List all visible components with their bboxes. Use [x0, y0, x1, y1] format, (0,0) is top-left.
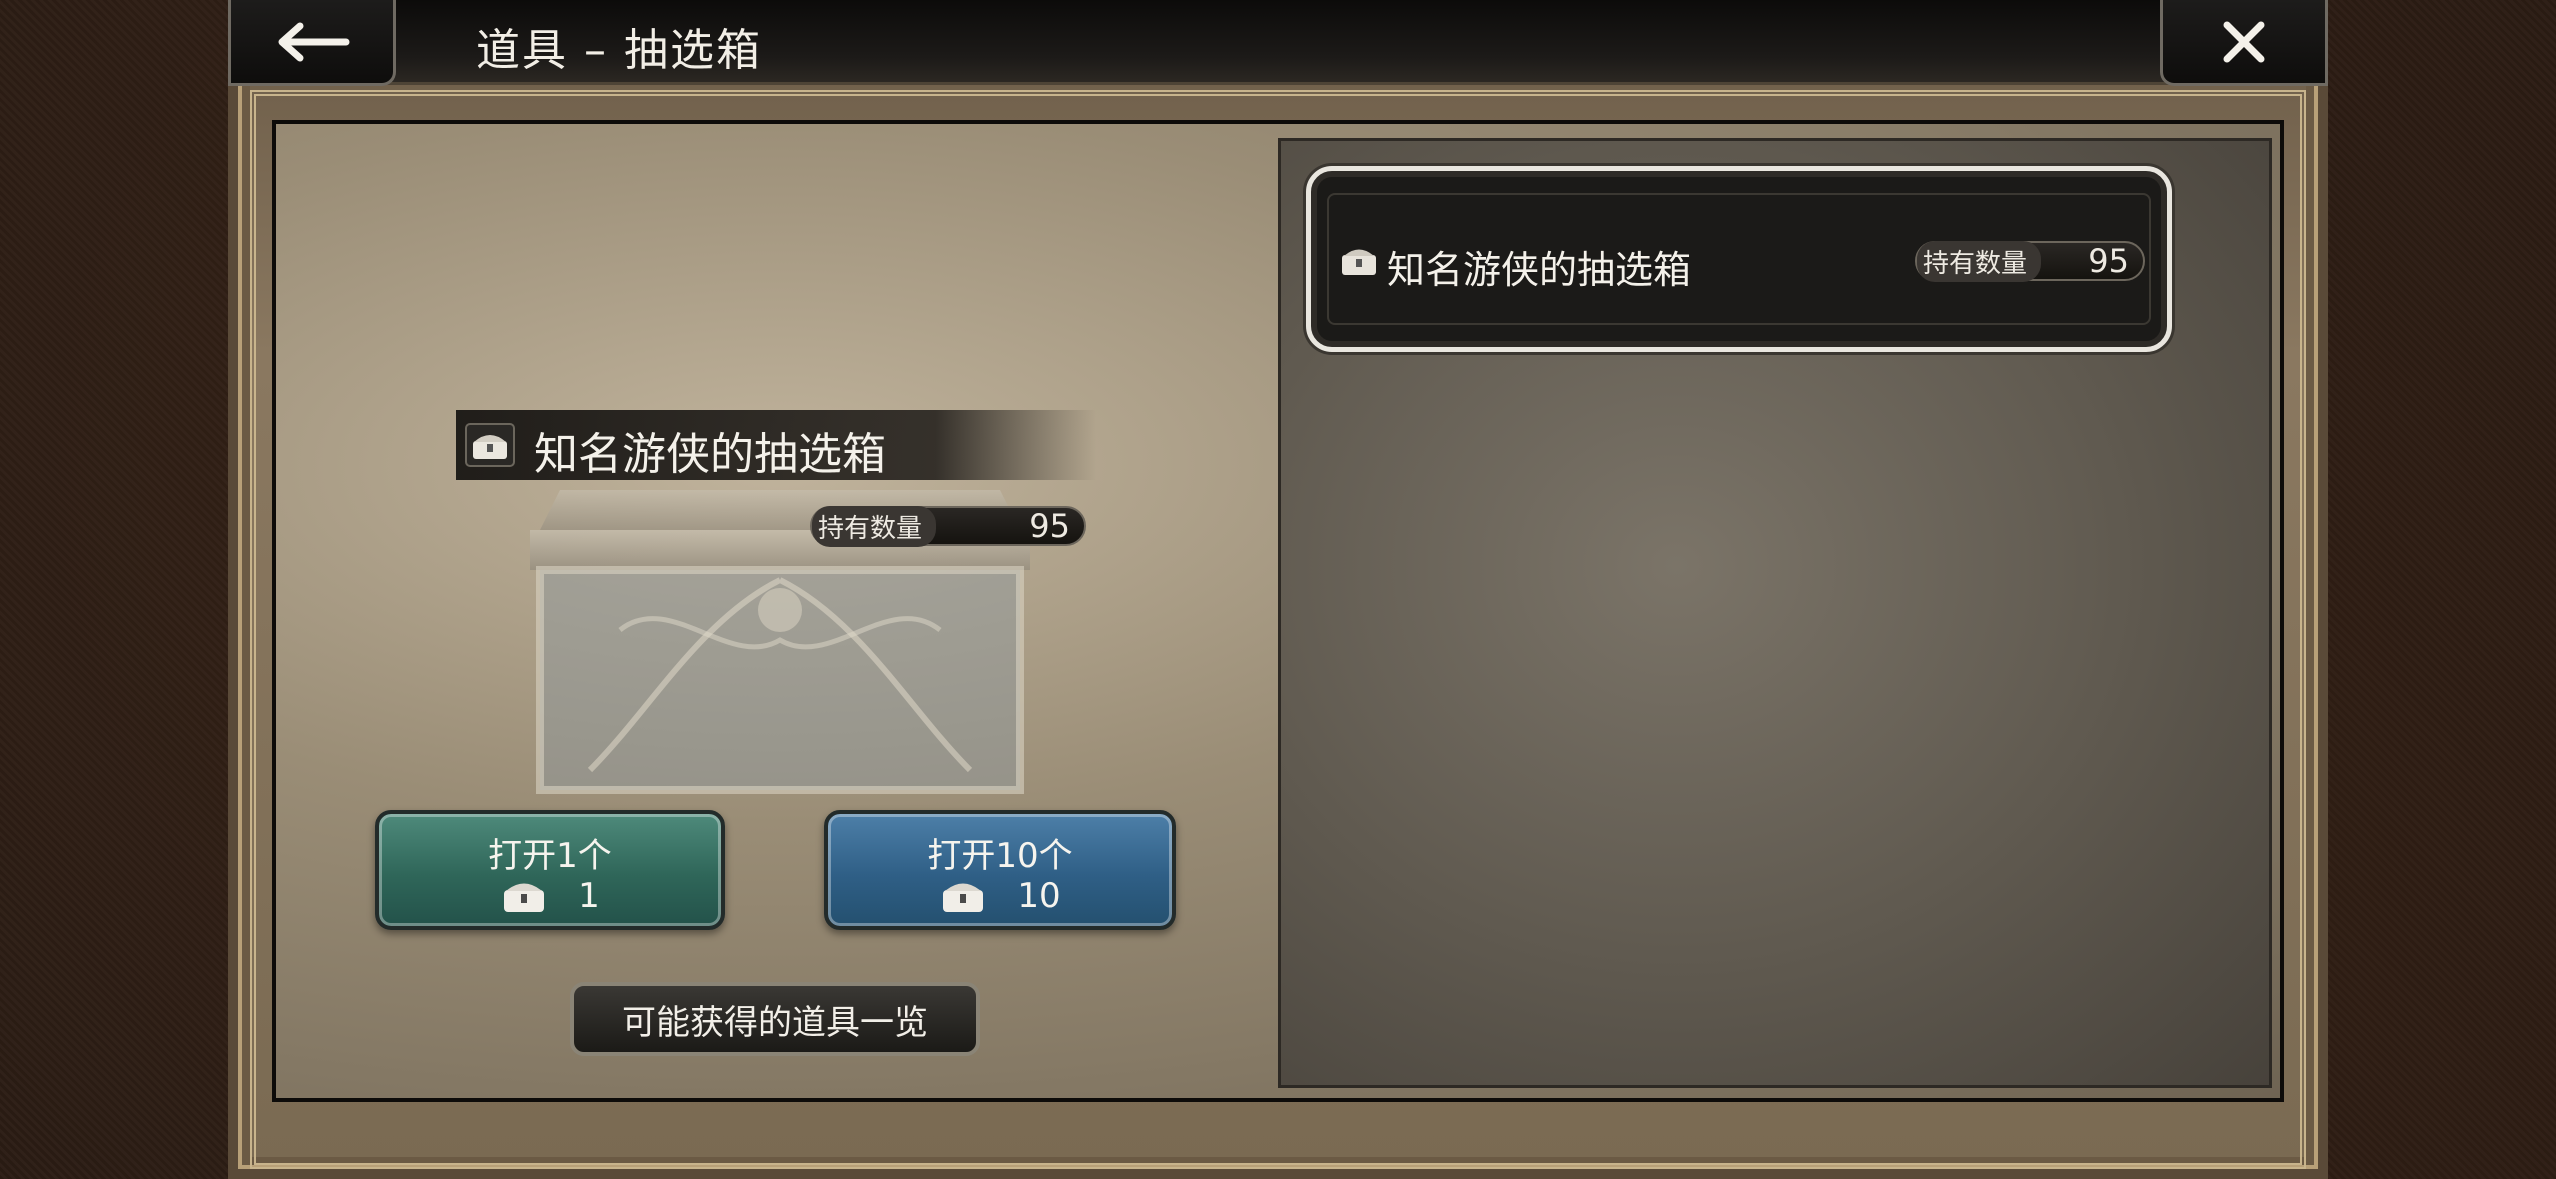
chest-icon	[943, 883, 984, 912]
back-button[interactable]	[228, 0, 396, 86]
owned-count: 持有数量 95	[810, 505, 1086, 547]
chest-icon	[465, 423, 515, 467]
list-item[interactable]: 知名游侠的抽选箱 持有数量 95	[1306, 166, 2172, 352]
list-item-name: 知名游侠的抽选箱	[1387, 248, 1692, 292]
open-1-cost: 1	[379, 876, 721, 916]
open-10-button[interactable]: 打开10个 10	[824, 810, 1176, 930]
chest-icon	[1342, 249, 1376, 275]
close-button[interactable]	[2160, 0, 2328, 86]
item-header: 知名游侠的抽选箱	[456, 410, 1096, 480]
cost-value: 10	[1017, 876, 1061, 916]
open-1-label: 打开1个	[488, 836, 612, 876]
list-item-count: 持有数量 95	[1915, 240, 2145, 282]
open-10-cost: 10	[828, 876, 1172, 916]
chest-icon	[504, 883, 545, 912]
count-label: 持有数量	[812, 505, 937, 547]
obtainable-items-list-button[interactable]: 可能获得的道具一览	[570, 982, 980, 1056]
open-1-button[interactable]: 打开1个 1	[375, 810, 725, 930]
count-label: 持有数量	[1917, 240, 2042, 282]
open-10-label: 打开10个	[927, 836, 1073, 876]
item-name: 知名游侠的抽选箱	[534, 429, 886, 480]
back-arrow-icon	[278, 22, 350, 61]
page-title: 道具 – 抽选箱	[476, 25, 762, 76]
cost-value: 1	[578, 876, 600, 916]
close-icon	[2223, 21, 2265, 62]
count-value: 95	[2088, 242, 2129, 280]
count-value: 95	[1029, 507, 1070, 545]
